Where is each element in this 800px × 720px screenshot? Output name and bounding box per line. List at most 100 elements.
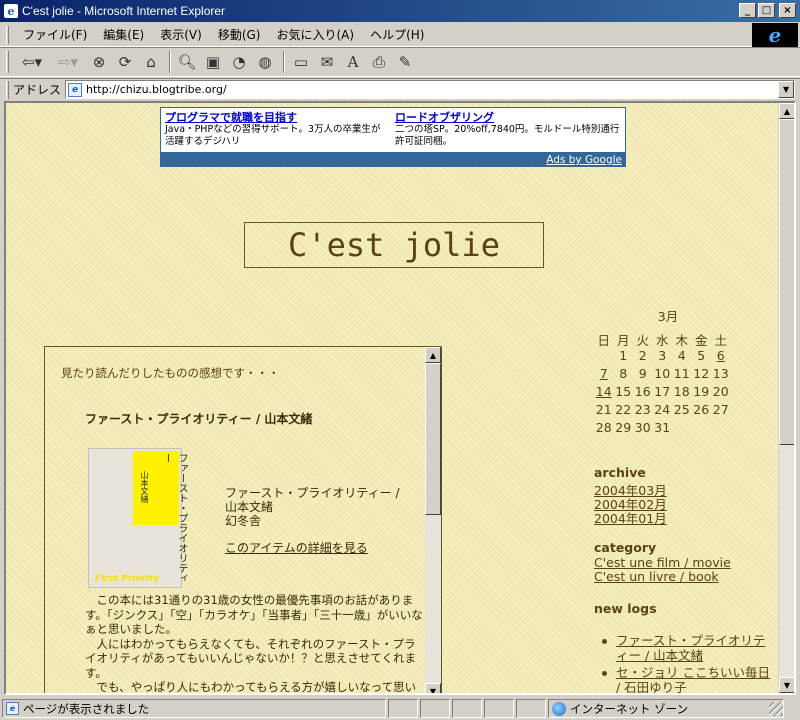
ad-left: プログラマで就職を目指す Java・PHPなどの習得サポート。3万人の卒業生が活… <box>165 112 390 148</box>
new-log-link[interactable]: ファースト・プライオリティー / 山本文緒 <box>616 633 765 663</box>
archive-heading: archive <box>594 465 646 480</box>
main-scroll-down-button[interactable]: ▼ <box>425 683 441 693</box>
list-item: ファースト・プライオリティー / 山本文緒 <box>602 633 776 663</box>
menu-favorites[interactable]: お気に入り(A) <box>268 24 362 45</box>
print-button[interactable]: ⎙ <box>367 50 391 74</box>
arrow-up-icon: ▲ <box>783 106 791 116</box>
calendar-day: 25 <box>673 402 690 417</box>
fullscreen-button[interactable]: ▭ <box>289 50 313 74</box>
new-logs-list: ファースト・プライオリティー / 山本文緒 セ・ジョリ ここちいい毎日 / 石田… <box>602 633 776 693</box>
menu-grip[interactable] <box>6 25 9 44</box>
menu-help[interactable]: ヘルプ(H) <box>362 24 432 45</box>
search-button[interactable]: 🔍︎ <box>175 50 199 74</box>
toolbar-separator <box>283 51 285 73</box>
calendar-week: 21 22 23 24 25 26 27 <box>594 402 742 420</box>
window-controls: _ □ × <box>739 3 796 18</box>
ie-logo-icon: e <box>768 23 782 47</box>
menu-go[interactable]: 移動(G) <box>210 24 269 45</box>
address-url: http://chizu.blogtribe.org/ <box>86 83 227 96</box>
menu-edit[interactable]: 編集(E) <box>95 24 152 45</box>
calendar-week: 123456 <box>594 348 742 366</box>
toolbar-grip[interactable] <box>6 51 9 73</box>
main-scroll-up-button[interactable]: ▲ <box>425 347 441 363</box>
book-meta-title: ファースト・プライオリティー / <box>225 486 400 500</box>
item-details-link[interactable]: このアイテムの詳細を見る <box>225 539 368 556</box>
address-dropdown-button[interactable]: ▼ <box>778 81 795 98</box>
category-link[interactable]: C'est un livre / book <box>594 569 719 584</box>
maximize-button[interactable]: □ <box>758 3 775 18</box>
calendar: 3月 日 月 火 水 木 金 土 1 2 3 4 5 6 7 8 9 10 11 12 13 14 15 16… <box>594 306 742 438</box>
forward-icon: ⇨▾ <box>57 53 79 71</box>
close-button[interactable]: × <box>779 3 796 18</box>
minimize-button[interactable]: _ <box>739 3 756 18</box>
category-link[interactable]: C'est une film / movie <box>594 555 731 570</box>
main-box-scrollbar[interactable]: ▲ ▼ <box>425 347 441 693</box>
title-bar: e C'est jolie - Microsoft Internet Explo… <box>0 0 800 22</box>
weekday: 木 <box>675 333 688 348</box>
fullscreen-icon: ▭ <box>293 53 309 71</box>
menu-file[interactable]: ファイル(F) <box>15 24 95 45</box>
ad-right-text: 二つの塔SP。20%off,7840円。モルドール特別通行許可証同梱。 <box>395 124 620 147</box>
ad-left-link[interactable]: プログラマで就職を目指す <box>165 112 390 124</box>
calendar-day <box>672 420 692 438</box>
page-scroll-down-button[interactable]: ▼ <box>779 677 794 693</box>
calendar-day: 4 <box>677 348 686 363</box>
font-icon: A <box>347 53 359 71</box>
ads-by-google-link[interactable]: Ads by Google <box>546 154 622 166</box>
ad-right-link[interactable]: ロードオブザリング <box>395 112 620 124</box>
calendar-day: 17 <box>654 384 671 399</box>
stop-icon: ⊗ <box>92 53 106 71</box>
calendar-day-link[interactable]: 7 <box>594 366 614 384</box>
mail-button[interactable]: ✉ <box>315 50 339 74</box>
stop-button[interactable]: ⊗ <box>87 50 111 74</box>
page-scrollbar[interactable]: ▲ ▼ <box>778 103 794 693</box>
post-title[interactable]: ファースト・プライオリティー / 山本文緒 <box>85 410 312 427</box>
history-button[interactable]: ◔ <box>227 50 251 74</box>
channels-button[interactable]: ◍ <box>253 50 277 74</box>
home-icon: ⌂ <box>146 53 156 71</box>
book-meta-publisher: 幻冬舎 <box>225 514 262 528</box>
blog-description: 見たり読んだりしたものの感想です・・・ <box>61 366 280 380</box>
page-scroll-thumb[interactable] <box>779 119 794 445</box>
forward-button[interactable]: ⇨▾ <box>51 50 85 74</box>
calendar-day: 1 <box>619 348 628 363</box>
menu-view[interactable]: 表示(V) <box>152 24 210 45</box>
ad-right: ロードオブザリング 二つの塔SP。20%off,7840円。モルドール特別通行許… <box>395 112 620 148</box>
page-scroll-up-button[interactable]: ▲ <box>779 103 794 119</box>
book-cover-image[interactable]: ファースト・プライオリティー 山本文緒 First Priority <box>88 448 187 588</box>
site-title[interactable]: C'est jolie <box>244 222 544 268</box>
main-content-box: 見たり読んだりしたものの感想です・・・ ファースト・プライオリティー / 山本文… <box>44 346 442 693</box>
page-viewport[interactable]: プログラマで就職を目指す Java・PHPなどの習得サポート。3万人の卒業生が活… <box>4 101 796 695</box>
globe-icon <box>552 701 566 716</box>
category-heading: category <box>594 540 657 555</box>
edit-button[interactable]: ✎ <box>393 50 417 74</box>
refresh-button[interactable]: ⟳ <box>113 50 137 74</box>
archive-link[interactable]: 2004年01月 <box>594 508 667 527</box>
back-button[interactable]: ⇦▾ <box>15 50 49 74</box>
address-grip[interactable] <box>6 80 9 99</box>
calendar-day <box>594 348 614 366</box>
favorites-button[interactable]: ▣ <box>201 50 225 74</box>
calendar-day: 8 <box>619 366 628 381</box>
calendar-day-link[interactable]: 6 <box>711 348 731 366</box>
status-pane <box>420 699 450 718</box>
post-body: この本には31通りの31歳の女性の最優先事項のお話があります。「ジンクス」「空」… <box>85 593 423 693</box>
address-input[interactable]: e http://chizu.blogtribe.org/ ▼ <box>65 80 796 99</box>
new-log-link[interactable]: セ・ジョリ ここちいい毎日 / 石田ゆり子 <box>616 665 770 693</box>
calendar-weekdays: 日 月 火 水 木 金 土 <box>594 330 742 348</box>
calendar-day: 5 <box>697 348 706 363</box>
calendar-day: 27 <box>712 402 729 417</box>
calendar-day: 29 <box>615 420 632 435</box>
calendar-day-link[interactable]: 14 <box>594 384 614 402</box>
calendar-day: 18 <box>673 384 690 399</box>
font-button[interactable]: A <box>341 50 365 74</box>
print-icon: ⎙ <box>372 53 385 71</box>
post-paragraph: 人にはわかってもらえなくても、それぞれのファースト・プライオリティがあってもいい… <box>85 636 417 680</box>
main-scroll-thumb[interactable] <box>425 363 441 515</box>
calendar-day: 3 <box>658 348 667 363</box>
home-button[interactable]: ⌂ <box>139 50 163 74</box>
calendar-days: 1 2 3 4 5 6 7 8 9 10 11 12 13 14 15 16 17 18 19 20 21 22 23 24 2… <box>594 348 742 438</box>
resize-grip-icon[interactable] <box>769 701 783 716</box>
channels-icon: ◍ <box>258 53 272 71</box>
calendar-day <box>692 420 712 438</box>
